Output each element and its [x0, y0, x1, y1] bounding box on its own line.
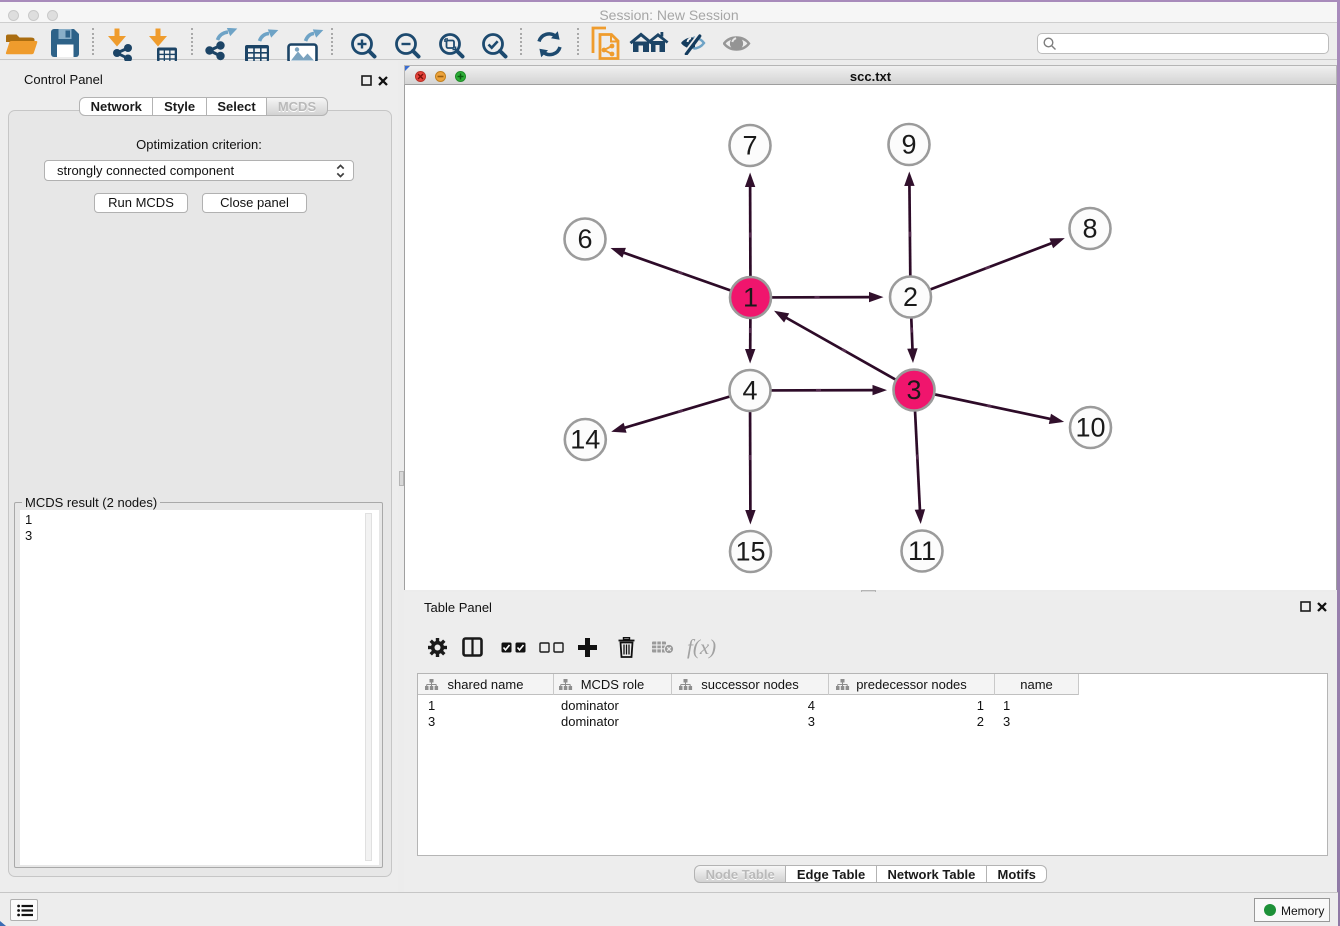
svg-text:6: 6 [577, 224, 592, 254]
svg-text:15: 15 [735, 537, 765, 567]
svg-text:7: 7 [742, 131, 757, 161]
svg-text:4: 4 [742, 376, 757, 406]
svg-text:3: 3 [906, 375, 921, 405]
svg-text:10: 10 [1075, 413, 1105, 443]
svg-text:9: 9 [901, 130, 916, 160]
svg-text:14: 14 [570, 425, 600, 455]
svg-text:11: 11 [908, 536, 936, 566]
svg-text:8: 8 [1082, 214, 1097, 244]
svg-text:1: 1 [743, 283, 758, 313]
svg-text:2: 2 [903, 282, 918, 312]
